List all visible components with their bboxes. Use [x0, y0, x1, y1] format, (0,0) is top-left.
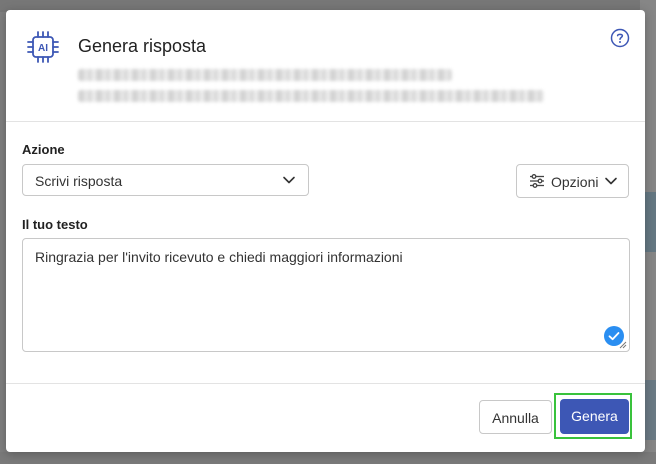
- generate-reply-dialog: AI Genera risposta Azione Scrivi rispost…: [6, 10, 645, 452]
- redacted-description-line: [78, 69, 452, 81]
- options-label: Opzioni: [551, 174, 599, 190]
- text-input-value: Ringrazia per l'invito ricevuto e chiedi…: [35, 249, 403, 265]
- ai-chip-icon: AI: [27, 31, 59, 63]
- action-label: Azione: [22, 142, 65, 157]
- resize-handle-icon[interactable]: [619, 341, 627, 349]
- background-panel-block: [644, 192, 656, 252]
- background-panel-block: [644, 380, 656, 440]
- text-label: Il tuo testo: [22, 217, 88, 232]
- cancel-button-label: Annulla: [492, 410, 539, 426]
- action-select[interactable]: Scrivi risposta: [22, 164, 309, 196]
- background-bottom-bar: [0, 452, 656, 464]
- text-input[interactable]: Ringrazia per l'invito ricevuto e chiedi…: [22, 238, 630, 352]
- dialog-title: Genera risposta: [78, 36, 207, 56]
- redacted-description-line: [78, 90, 544, 102]
- generate-button[interactable]: Genera: [560, 399, 629, 434]
- chevron-down-icon: [283, 176, 295, 184]
- svg-text:AI: AI: [38, 43, 48, 54]
- options-button[interactable]: Opzioni: [516, 164, 629, 198]
- footer-divider: [6, 383, 645, 384]
- question-circle-icon[interactable]: [610, 28, 630, 48]
- sliders-icon: [530, 174, 544, 188]
- generate-button-label: Genera: [571, 408, 618, 424]
- action-select-value: Scrivi risposta: [35, 173, 123, 189]
- chevron-down-icon: [605, 177, 617, 185]
- dialog-header: AI Genera risposta: [6, 10, 645, 122]
- cancel-button[interactable]: Annulla: [479, 400, 552, 434]
